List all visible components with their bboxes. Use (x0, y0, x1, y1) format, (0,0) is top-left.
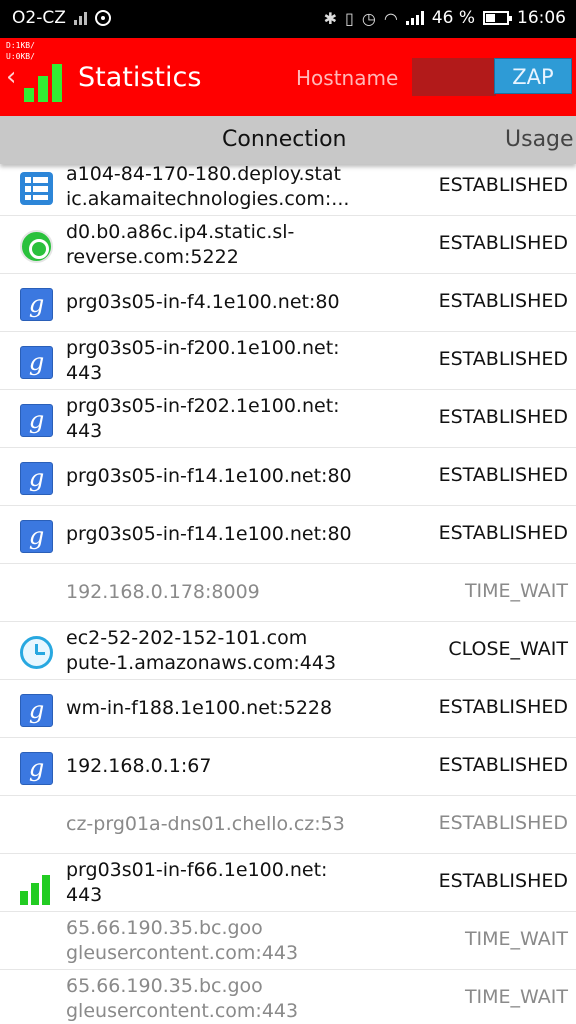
connection-row[interactable]: 65.66.190.35.bc.goo gleusercontent.com:4… (0, 912, 576, 970)
connection-state: TIME_WAIT (464, 580, 568, 602)
traffic-up: U:0KB/ (6, 52, 35, 61)
battery-percent: 46 % (431, 8, 475, 28)
connection-row[interactable]: g prg03s05-in-f14.1e100.net:80 ESTABLISHED (0, 448, 576, 506)
connection-row[interactable]: g prg03s05-in-f200.1e100.net: 443 ESTABLIS… (0, 332, 576, 390)
connection-state: ESTABLISHED (438, 348, 568, 370)
connection-state: ESTABLISHED (438, 174, 568, 196)
column-header: Connection Usage (0, 116, 576, 164)
connection-host: wm-in-f188.1e100.net:5228 (66, 697, 333, 719)
signal-icon (73, 11, 87, 25)
connection-column-header[interactable]: Connection (222, 127, 346, 152)
google-search-icon: g (20, 694, 53, 727)
connection-state: TIME_WAIT (464, 928, 568, 950)
connection-host: prg03s05-in-f202.1e100.net: 443 (66, 395, 340, 442)
connection-row[interactable]: 65.66.190.35.bc.goo gleusercontent.com:4… (0, 970, 576, 1024)
signal-bars-icon (20, 872, 53, 905)
wifi-icon: ◠ (383, 8, 398, 28)
connection-host: prg03s05-in-f14.1e100.net:80 (66, 523, 352, 545)
connection-row[interactable]: ec2-52-202-152-101.com pute-1.amazonaws.… (0, 622, 576, 680)
app-bar: D:1KB/ U:0KB/ ‹ Statistics Hostname ZAP (0, 38, 576, 116)
connection-state: ESTABLISHED (438, 812, 568, 834)
google-search-icon: g (20, 346, 53, 379)
connection-state: ESTABLISHED (438, 464, 568, 486)
connection-list[interactable]: a104-84-170-180.deploy.stat ic.akamaitec… (0, 164, 576, 1024)
clock-app-icon (20, 636, 53, 669)
connection-state: TIME_WAIT (464, 986, 568, 1008)
usage-column-header[interactable]: Usage (505, 127, 574, 152)
connection-state: ESTABLISHED (438, 232, 568, 254)
connection-host: 65.66.190.35.bc.goo gleusercontent.com:4… (66, 975, 299, 1022)
connection-state: CLOSE_WAIT (448, 638, 568, 660)
google-search-icon: g (20, 288, 53, 321)
connection-host: prg03s01-in-f66.1e100.net: 443 (66, 859, 328, 906)
connection-host: prg03s05-in-f200.1e100.net: 443 (66, 337, 340, 384)
whatsapp-icon (20, 230, 53, 263)
connection-host: prg03s05-in-f4.1e100.net:80 (66, 291, 340, 313)
app-logo-icon[interactable] (24, 62, 62, 102)
google-search-icon: g (20, 520, 53, 553)
connection-host: cz-prg01a-dns01.chello.cz:53 (66, 813, 345, 835)
connection-row[interactable]: prg03s01-in-f66.1e100.net: 443 ESTABLISHE… (0, 854, 576, 912)
connection-host: ec2-52-202-152-101.com pute-1.amazonaws.… (66, 627, 337, 674)
zap-button[interactable]: ZAP (494, 58, 572, 94)
connection-state: ESTABLISHED (438, 696, 568, 718)
traffic-down: D:1KB/ (6, 41, 35, 50)
connection-host: prg03s05-in-f14.1e100.net:80 (66, 465, 352, 487)
traffic-meter: D:1KB/ U:0KB/ (6, 40, 35, 62)
connection-state: ESTABLISHED (438, 870, 568, 892)
bluetooth-icon: ✱ (323, 8, 338, 28)
connection-row[interactable]: g prg03s05-in-f14.1e100.net:80 ESTABLISHED (0, 506, 576, 564)
connection-row[interactable]: g wm-in-f188.1e100.net:5228 ESTABLISHED (0, 680, 576, 738)
connection-host: 192.168.0.178:8009 (66, 581, 260, 603)
connection-row[interactable]: cz-prg01a-dns01.chello.cz:53 ESTABLISHED (0, 796, 576, 854)
connection-row[interactable]: g prg03s05-in-f4.1e100.net:80 ESTABLISHED (0, 274, 576, 332)
clock: 16:06 (517, 8, 566, 28)
connection-host: 65.66.190.35.bc.goo gleusercontent.com:4… (66, 917, 299, 964)
connection-state: ESTABLISHED (438, 290, 568, 312)
google-search-icon: g (20, 462, 53, 495)
connection-state: ESTABLISHED (438, 754, 568, 776)
back-arrow-icon[interactable]: ‹ (6, 62, 16, 92)
google-search-icon: g (20, 752, 53, 785)
hostname-toggle[interactable] (412, 58, 496, 96)
battery-icon (483, 11, 512, 25)
connection-host: a104-84-170-180.deploy.stat ic.akamaitec… (66, 164, 350, 210)
google-search-icon: g (20, 404, 53, 437)
connection-row[interactable]: g prg03s05-in-f202.1e100.net: 443 ESTABLIS… (0, 390, 576, 448)
hostname-label[interactable]: Hostname (296, 66, 398, 90)
carrier-name: O2-CZ (12, 8, 66, 28)
sync-icon (94, 10, 111, 26)
connection-row[interactable]: g 192.168.0.1:67 ESTABLISHED (0, 738, 576, 796)
alarm-icon: ◷ (361, 8, 376, 28)
grid-app-icon (20, 172, 53, 205)
status-bar: O2-CZ ✱ ▯ ◷ ◠ 46 % 16:06 (0, 0, 576, 38)
cell-signal-icon (405, 11, 424, 25)
page-title: Statistics (78, 62, 202, 93)
connection-state: ESTABLISHED (438, 522, 568, 544)
connection-row[interactable]: d0.b0.a86c.ip4.static.sl- reverse.com:52… (0, 216, 576, 274)
connection-host: 192.168.0.1:67 (66, 755, 212, 777)
vibrate-icon: ▯ (345, 8, 354, 28)
connection-state: ESTABLISHED (438, 406, 568, 428)
connection-host: d0.b0.a86c.ip4.static.sl- reverse.com:52… (66, 221, 295, 268)
connection-row[interactable]: a104-84-170-180.deploy.stat ic.akamaitec… (0, 164, 576, 216)
connection-row[interactable]: 192.168.0.178:8009 TIME_WAIT (0, 564, 576, 622)
